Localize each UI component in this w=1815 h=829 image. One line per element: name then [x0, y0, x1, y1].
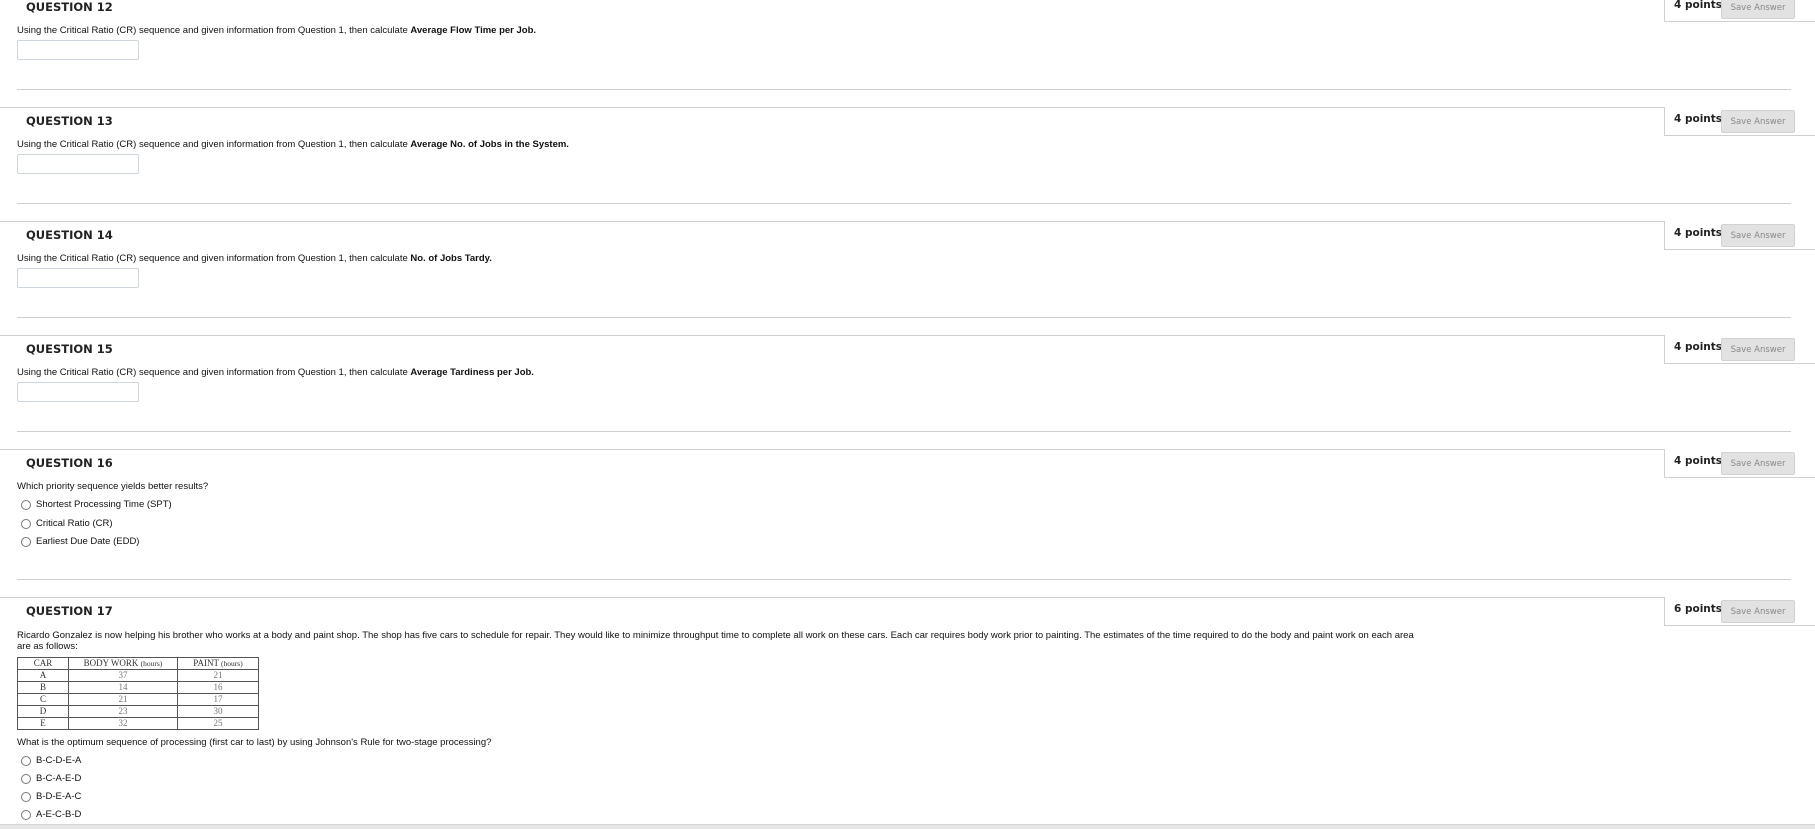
answer-option[interactable]: Shortest Processing Time (SPT)	[21, 499, 172, 510]
table-row: D 23 30	[17, 705, 259, 718]
divider	[17, 89, 1791, 90]
table-row: B 14 16	[17, 681, 259, 694]
answer-option[interactable]: A-E-C-B-D	[21, 809, 81, 820]
table-cell: 32	[68, 717, 178, 730]
answer-option[interactable]: Earliest Due Date (EDD)	[21, 536, 139, 547]
answer-option[interactable]: B-D-E-A-C	[21, 791, 81, 802]
column-header: PAINT (hours)	[177, 657, 259, 670]
save-answer-button[interactable]: Save Answer	[1721, 452, 1795, 475]
points-box: 4 points Save Answer	[1664, 449, 1815, 478]
table-cell: 17	[177, 693, 259, 706]
radio-button[interactable]	[21, 773, 31, 784]
save-answer-button[interactable]: Save Answer	[1721, 224, 1795, 247]
table-cell: 30	[177, 705, 259, 718]
points-box: 4 points Save Answer	[1664, 335, 1815, 364]
question-13: QUESTION 13 4 points Save Answer Using t…	[0, 107, 1815, 221]
question-title: QUESTION 16	[26, 456, 113, 470]
points-label: 4 points	[1674, 455, 1723, 467]
points-label: 4 points	[1674, 227, 1723, 239]
radio-button[interactable]	[21, 809, 31, 820]
radio-button[interactable]	[21, 536, 31, 547]
radio-button[interactable]	[21, 755, 31, 766]
radio-button[interactable]	[21, 791, 31, 802]
save-answer-button[interactable]: Save Answer	[1721, 338, 1795, 361]
points-label: 6 points	[1674, 603, 1723, 615]
answer-option[interactable]: B-C-A-E-D	[21, 773, 81, 784]
table-cell: C	[17, 693, 69, 706]
question-paragraph: Ricardo Gonzalez is now helping his brot…	[17, 630, 1414, 652]
table-cell: B	[17, 681, 69, 694]
question-header-rule	[0, 107, 1664, 109]
answer-input[interactable]	[17, 268, 139, 288]
table-cell: D	[17, 705, 69, 718]
save-answer-button[interactable]: Save Answer	[1721, 110, 1795, 133]
table-cell: 21	[68, 693, 178, 706]
answer-input[interactable]	[17, 382, 139, 402]
answer-input[interactable]	[17, 40, 139, 60]
radio-button[interactable]	[21, 518, 31, 529]
table-cell: 21	[177, 669, 259, 682]
question-prompt: Using the Critical Ratio (CR) sequence a…	[17, 367, 534, 378]
points-box: 4 points Save Answer	[1664, 221, 1815, 250]
table-row: E 32 25	[17, 717, 259, 730]
question-16: QUESTION 16 4 points Save Answer Which p…	[0, 449, 1815, 597]
question-prompt: Using the Critical Ratio (CR) sequence a…	[17, 25, 537, 36]
question-prompt: Using the Critical Ratio (CR) sequence a…	[17, 253, 492, 264]
question-15: QUESTION 15 4 points Save Answer Using t…	[0, 335, 1815, 449]
bottom-scroll-edge	[0, 824, 1815, 829]
table-cell: 14	[68, 681, 178, 694]
table-header-row: CAR BODY WORK (hours) PAINT (hours)	[17, 657, 259, 670]
save-answer-button[interactable]: Save Answer	[1721, 0, 1795, 19]
question-header-rule	[0, 597, 1664, 599]
question-header-rule	[0, 449, 1664, 451]
table-cell: A	[17, 669, 69, 682]
question-prompt: Which priority sequence yields better re…	[17, 481, 209, 492]
table-cell: 23	[68, 705, 178, 718]
points-label: 4 points	[1674, 0, 1723, 11]
points-box: 4 points Save Answer	[1664, 0, 1815, 22]
question-prompt: What is the optimum sequence of processi…	[17, 737, 492, 748]
points-label: 4 points	[1674, 341, 1723, 353]
car-times-table: CAR BODY WORK (hours) PAINT (hours) A 37…	[17, 657, 259, 730]
table-cell: 16	[177, 681, 259, 694]
answer-input[interactable]	[17, 154, 139, 174]
answer-option[interactable]: B-C-D-E-A	[21, 755, 81, 766]
table-cell: E	[17, 717, 69, 730]
question-header-rule	[0, 335, 1664, 337]
divider	[17, 203, 1791, 204]
divider	[17, 317, 1791, 318]
question-title: QUESTION 14	[26, 228, 113, 242]
save-answer-button[interactable]: Save Answer	[1721, 600, 1795, 623]
question-14: QUESTION 14 4 points Save Answer Using t…	[0, 221, 1815, 335]
radio-button[interactable]	[21, 499, 31, 510]
column-header: CAR	[17, 657, 69, 670]
table-cell: 25	[177, 717, 259, 730]
divider	[17, 431, 1791, 432]
column-header: BODY WORK (hours)	[68, 657, 178, 670]
question-title: QUESTION 12	[26, 0, 113, 14]
points-box: 4 points Save Answer	[1664, 107, 1815, 136]
question-12: QUESTION 12 4 points Save Answer Using t…	[0, 0, 1815, 99]
question-17: QUESTION 17 6 points Save Answer Ricardo…	[0, 597, 1815, 827]
table-cell: 37	[68, 669, 178, 682]
question-prompt: Using the Critical Ratio (CR) sequence a…	[17, 139, 569, 150]
divider	[17, 579, 1791, 580]
points-box: 6 points Save Answer	[1664, 597, 1815, 626]
question-title: QUESTION 17	[26, 604, 113, 618]
table-row: C 21 17	[17, 693, 259, 706]
question-header-rule	[0, 221, 1664, 223]
points-label: 4 points	[1674, 113, 1723, 125]
answer-option[interactable]: Critical Ratio (CR)	[21, 518, 113, 529]
question-title: QUESTION 13	[26, 114, 113, 128]
table-row: A 37 21	[17, 669, 259, 682]
question-title: QUESTION 15	[26, 342, 113, 356]
